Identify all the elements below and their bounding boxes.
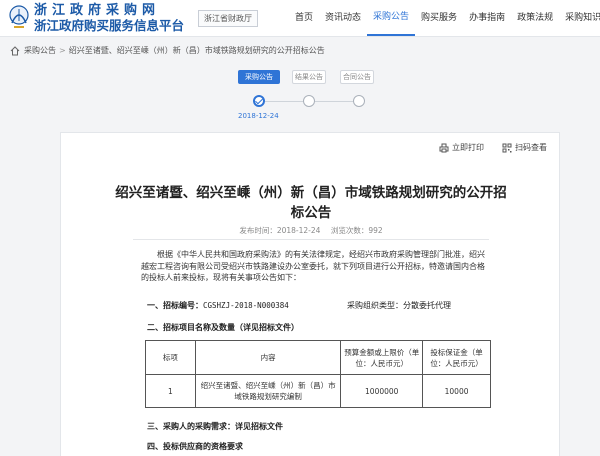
table-header-row: 标项 内容 预算金额或上限价（单位：人民币元） 投标保证金（单位：人民币元） [145, 340, 491, 375]
breadcrumb-separator: > [59, 46, 66, 55]
brand-subtitle: 浙江政府购买服务信息平台 [34, 18, 185, 33]
publish-date: 发布时间：2018-12-24 [239, 226, 321, 235]
nav-guide[interactable]: 办事指南 [463, 0, 511, 36]
step-dot-result [303, 95, 315, 107]
home-icon[interactable] [10, 45, 20, 56]
region-label: 浙江省财政厅 [204, 14, 252, 23]
site-header: 浙江政府采购网 浙江政府购买服务信息平台 浙江省财政厅 首页 资讯动态 采购公告… [0, 0, 600, 37]
nav-policy[interactable]: 政策法规 [511, 0, 559, 36]
article-tools: 立即打印 扫码查看 [421, 142, 547, 153]
section-requirements: 三、采购人的采购需求：详见招标文件 [147, 422, 283, 431]
breadcrumb: 采购公告 > 绍兴至诸暨、绍兴至嵊（州）新（昌）市域铁路规划研究的公开招标公告 [10, 45, 325, 56]
nav-knowledge[interactable]: 采购知识 [559, 0, 600, 36]
section-project-name: 二、招标项目名称及数量（详见招标文件） [147, 323, 299, 332]
region-selector[interactable]: 浙江省财政厅 [198, 10, 258, 27]
view-count: 浏览次数：992 [330, 226, 383, 235]
cell-content: 绍兴至诸暨、绍兴至嵊（州）新（昌）市域铁路规划研究编制 [194, 374, 342, 408]
col-header-budget: 预算金额或上限价（单位：人民币元） [340, 340, 424, 375]
step-tag-result[interactable]: 结果公告 [292, 70, 326, 84]
nav-home[interactable]: 首页 [289, 0, 319, 36]
article-intro: 根据《中华人民共和国政府采购法》的有关法律规定，经绍兴市政府采购管理部门批准，绍… [141, 250, 485, 282]
breadcrumb-link-procurement[interactable]: 采购公告 [24, 45, 56, 56]
step-check-icon [253, 95, 265, 107]
col-header-lot: 标项 [145, 340, 196, 375]
organization-type: 采购组织类型：分散委托代理 [347, 301, 451, 310]
notice-progress-steps: 采购公告 结果公告 合同公告 2018-12-24 [236, 70, 374, 126]
divider [133, 239, 489, 240]
scan-label: 扫码查看 [515, 143, 547, 152]
table-row: 1 绍兴至诸暨、绍兴至嵊（州）新（昌）市域铁路规划研究编制 1000000 10… [145, 374, 491, 408]
scan-qr-button[interactable]: 扫码查看 [502, 142, 547, 153]
article-title: 绍兴至诸暨、绍兴至嵊（州）新（昌）市域铁路规划研究的公开招标公告 [115, 185, 507, 221]
cell-budget: 1000000 [340, 374, 424, 408]
print-label: 立即打印 [452, 143, 484, 152]
col-header-content: 内容 [194, 340, 342, 375]
qr-code-icon [502, 143, 512, 152]
section-tender-number: 一、招标编号：CGSHZJ-2018-N000384 采购组织类型：分散委托代理 [147, 300, 451, 311]
tender-items-table: 标项 内容 预算金额或上限价（单位：人民币元） 投标保证金（单位：人民币元） 1… [145, 340, 491, 408]
step-tag-contract[interactable]: 合同公告 [340, 70, 374, 84]
main-nav: 首页 资讯动态 采购公告 购买服务 办事指南 政策法规 采购知识 下 [289, 0, 600, 36]
nav-purchase-service[interactable]: 购买服务 [415, 0, 463, 36]
step-connector [265, 101, 305, 102]
cell-deposit: 10000 [422, 374, 491, 408]
tender-number-label: 一、招标编号： [147, 301, 203, 310]
col-header-deposit: 投标保证金（单位：人民币元） [422, 340, 491, 375]
site-brand[interactable]: 浙江政府采购网 浙江政府购买服务信息平台 [34, 3, 184, 34]
article-meta: 发布时间：2018-12-24 浏览次数：992 [61, 225, 561, 236]
printer-icon [439, 143, 449, 152]
print-button[interactable]: 立即打印 [439, 142, 484, 153]
brand-title: 浙江政府采购网 [34, 3, 161, 18]
nav-news[interactable]: 资讯动态 [319, 0, 367, 36]
nav-procurement-notice[interactable]: 采购公告 [367, 0, 416, 36]
section-qualifications: 四、投标供应商的资格要求 [147, 442, 243, 451]
step-date: 2018-12-24 [238, 112, 279, 120]
tender-number-value: CGSHZJ-2018-N000384 [203, 301, 289, 310]
notice-card: 立即打印 扫码查看 绍兴至诸暨、绍兴至嵊（州）新（昌）市域铁路规划研究的公开招标… [60, 132, 560, 456]
step-dot-contract [353, 95, 365, 107]
breadcrumb-current: 绍兴至诸暨、绍兴至嵊（州）新（昌）市域铁路规划研究的公开招标公告 [68, 46, 325, 55]
step-tag-procurement[interactable]: 采购公告 [238, 70, 280, 84]
step-connector [315, 101, 355, 102]
site-logo-icon[interactable] [8, 3, 30, 33]
cell-lot: 1 [145, 374, 196, 408]
